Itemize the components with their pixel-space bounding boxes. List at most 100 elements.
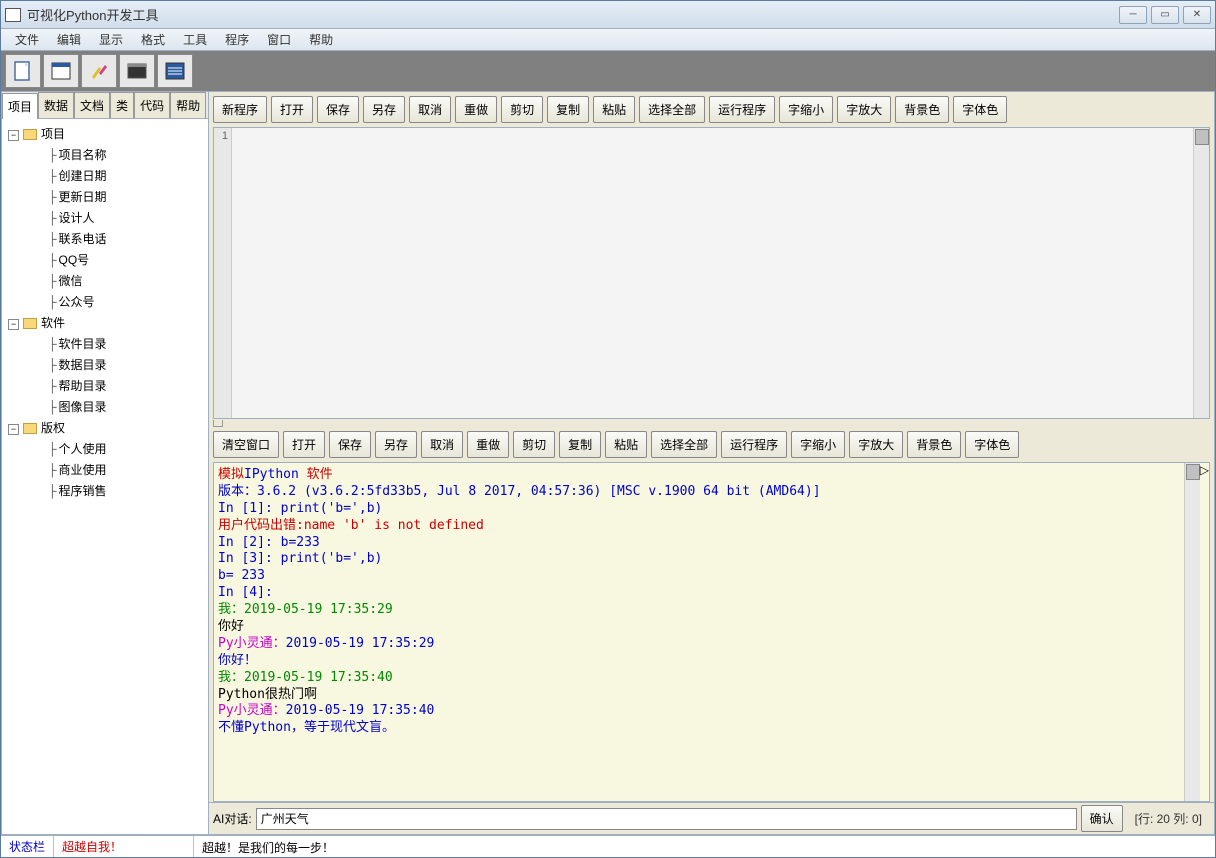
console-button[interactable]: 字放大 <box>849 431 903 458</box>
console-line: 你好！ <box>218 653 1180 670</box>
console-button[interactable]: 背景色 <box>907 431 961 458</box>
tree-leaf[interactable]: ├更新日期 <box>4 186 206 207</box>
menu-格式[interactable]: 格式 <box>133 29 173 50</box>
editor-button[interactable]: 保存 <box>317 96 359 123</box>
collapse-icon[interactable]: − <box>8 424 19 435</box>
left-tab-代码[interactable]: 代码 <box>134 92 170 118</box>
console-button[interactable]: 另存 <box>375 431 417 458</box>
console-line: Python很热门啊 <box>218 687 1180 704</box>
editor-button[interactable]: 字放大 <box>837 96 891 123</box>
editor-button[interactable]: 剪切 <box>501 96 543 123</box>
console-button[interactable]: 清空窗口 <box>213 431 279 458</box>
panel-icon[interactable] <box>119 54 155 88</box>
editor-scrollbar[interactable] <box>1193 128 1209 418</box>
console-button[interactable]: 复制 <box>559 431 601 458</box>
tree-leaf[interactable]: ├微信 <box>4 270 206 291</box>
menu-显示[interactable]: 显示 <box>91 29 131 50</box>
console-line: 我：2019-05-19 17:35:40 <box>218 670 1180 687</box>
project-tree[interactable]: −项目├项目名称├创建日期├更新日期├设计人├联系电话├QQ号├微信├公众号−软… <box>2 119 208 834</box>
scrollbar-thumb[interactable] <box>1186 464 1200 480</box>
console-button[interactable]: 打开 <box>283 431 325 458</box>
editor-button[interactable]: 重做 <box>455 96 497 123</box>
ai-input[interactable] <box>256 808 1077 830</box>
editor-button[interactable]: 另存 <box>363 96 405 123</box>
tree-group[interactable]: −软件 <box>4 312 206 333</box>
console-line: Py小灵通：2019-05-19 17:35:40 <box>218 703 1180 720</box>
console-button[interactable]: 字体色 <box>965 431 1019 458</box>
console-button[interactable]: 字缩小 <box>791 431 845 458</box>
menu-程序[interactable]: 程序 <box>217 29 257 50</box>
console-button[interactable]: 取消 <box>421 431 463 458</box>
minimize-button[interactable]: ─ <box>1119 6 1147 24</box>
console-button[interactable]: 保存 <box>329 431 371 458</box>
collapse-icon[interactable]: − <box>8 319 19 330</box>
maximize-button[interactable]: ▭ <box>1151 6 1179 24</box>
editor-button[interactable]: 字体色 <box>953 96 1007 123</box>
console-button[interactable]: 选择全部 <box>651 431 717 458</box>
console-button[interactable]: 粘贴 <box>605 431 647 458</box>
console-button[interactable]: 运行程序 <box>721 431 787 458</box>
editor-button[interactable]: 复制 <box>547 96 589 123</box>
tree-leaf[interactable]: ├联系电话 <box>4 228 206 249</box>
console-line: b= 233 <box>218 568 1180 585</box>
list-icon[interactable] <box>157 54 193 88</box>
editor-content[interactable] <box>232 128 1193 418</box>
tree-group[interactable]: −项目 <box>4 123 206 144</box>
tree-leaf[interactable]: ├数据目录 <box>4 354 206 375</box>
menu-窗口[interactable]: 窗口 <box>259 29 299 50</box>
line-number: 1 <box>222 130 228 142</box>
console-line: 用户代码出错:name 'b' is not defined <box>218 518 1180 535</box>
editor-button[interactable]: 新程序 <box>213 96 267 123</box>
editor-toolbar: 新程序打开保存另存取消重做剪切复制粘贴选择全部运行程序字缩小字放大背景色字体色 <box>209 92 1214 127</box>
tree-leaf[interactable]: ├图像目录 <box>4 396 206 417</box>
left-tab-文档[interactable]: 文档 <box>74 92 110 118</box>
tree-leaf[interactable]: ├个人使用 <box>4 438 206 459</box>
tree-leaf[interactable]: ├公众号 <box>4 291 206 312</box>
close-button[interactable]: ✕ <box>1183 6 1211 24</box>
code-editor[interactable]: 1 <box>213 127 1210 419</box>
console-button[interactable]: 剪切 <box>513 431 555 458</box>
console-line: In [3]: print('b=',b) <box>218 551 1180 568</box>
new-file-icon[interactable] <box>5 54 41 88</box>
left-tab-数据[interactable]: 数据 <box>38 92 74 118</box>
menu-工具[interactable]: 工具 <box>175 29 215 50</box>
menu-编辑[interactable]: 编辑 <box>49 29 89 50</box>
menu-帮助[interactable]: 帮助 <box>301 29 341 50</box>
tree-leaf[interactable]: ├帮助目录 <box>4 375 206 396</box>
tree-leaf[interactable]: ├QQ号 <box>4 249 206 270</box>
console-output[interactable]: 模拟IPython 软件版本：3.6.2 (v3.6.2:5fd33b5, Ju… <box>214 463 1184 801</box>
tree-leaf[interactable]: ├商业使用 <box>4 459 206 480</box>
console-line: 我：2019-05-19 17:35:29 <box>218 602 1180 619</box>
tools-icon[interactable] <box>81 54 117 88</box>
editor-button[interactable]: 取消 <box>409 96 451 123</box>
editor-button[interactable]: 运行程序 <box>709 96 775 123</box>
console-scrollbar[interactable] <box>1184 463 1200 801</box>
app-icon <box>5 8 21 22</box>
editor-button[interactable]: 字缩小 <box>779 96 833 123</box>
tree-leaf[interactable]: ├设计人 <box>4 207 206 228</box>
console-line: In [4]: <box>218 585 1180 602</box>
editor-button[interactable]: 背景色 <box>895 96 949 123</box>
tree-group[interactable]: −版权 <box>4 417 206 438</box>
tree-leaf[interactable]: ├项目名称 <box>4 144 206 165</box>
scrollbar-thumb[interactable] <box>1195 129 1209 145</box>
left-tab-帮助[interactable]: 帮助 <box>170 92 206 118</box>
status-slogan: 超越自我！ <box>54 836 194 857</box>
window-icon[interactable] <box>43 54 79 88</box>
vertical-splitter[interactable] <box>209 419 1214 427</box>
left-tab-类[interactable]: 类 <box>110 92 134 118</box>
console-line: 模拟IPython 软件 <box>218 467 1180 484</box>
ai-submit-button[interactable]: 确认 <box>1081 805 1123 832</box>
console-line: In [1]: print('b=',b) <box>218 501 1180 518</box>
editor-button[interactable]: 选择全部 <box>639 96 705 123</box>
console-button[interactable]: 重做 <box>467 431 509 458</box>
tree-leaf[interactable]: ├创建日期 <box>4 165 206 186</box>
collapse-icon[interactable]: − <box>8 130 19 141</box>
tree-leaf[interactable]: ├程序销售 <box>4 480 206 501</box>
tree-leaf[interactable]: ├软件目录 <box>4 333 206 354</box>
ai-label: AI对话: <box>213 810 252 827</box>
editor-button[interactable]: 打开 <box>271 96 313 123</box>
editor-button[interactable]: 粘贴 <box>593 96 635 123</box>
menu-文件[interactable]: 文件 <box>7 29 47 50</box>
left-tab-项目[interactable]: 项目 <box>2 93 38 119</box>
